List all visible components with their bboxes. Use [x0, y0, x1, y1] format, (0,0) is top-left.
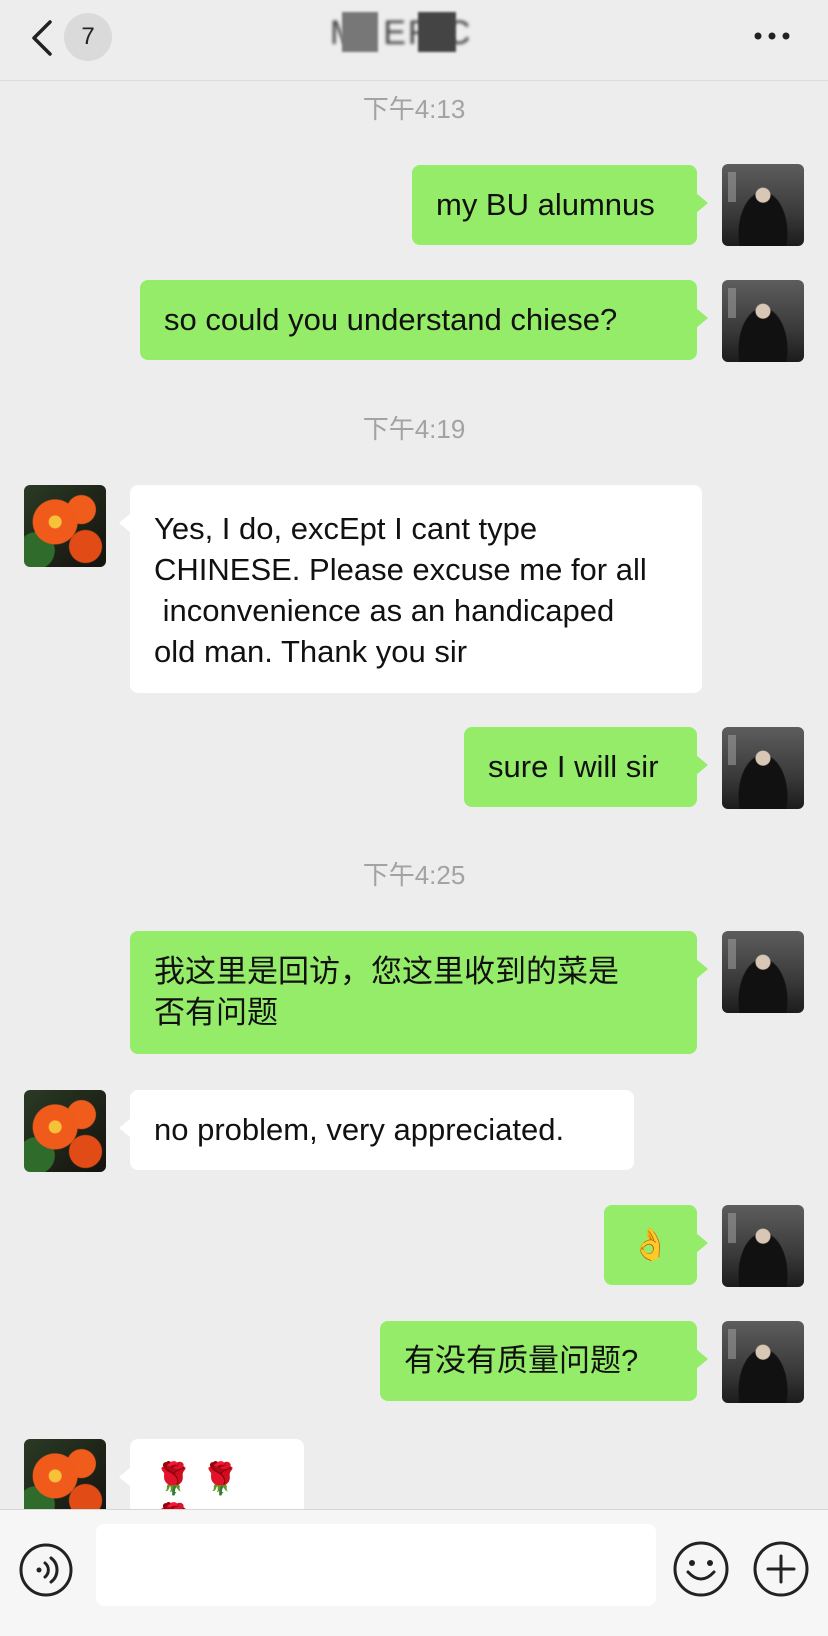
contact-avatar[interactable]	[24, 485, 106, 567]
redaction-block	[418, 12, 456, 52]
message-bubble-sent[interactable]: so could you understand chiese?	[140, 280, 708, 360]
message-text: so could you understand chiese?	[164, 302, 618, 337]
timestamp: 下午4:19	[362, 414, 466, 444]
message-bubble-received[interactable]: no problem, very appreciated.	[119, 1090, 634, 1170]
contact-avatar[interactable]	[24, 1090, 106, 1172]
more-dots-icon[interactable]	[752, 28, 792, 44]
chevron-left-icon[interactable]	[28, 18, 58, 58]
message-text: 有没有质量问题?	[404, 1343, 639, 1378]
message-text: my BU alumnus	[436, 187, 655, 222]
message-text: 我这里是回访，您这里收到的菜是 否有问题	[154, 954, 619, 1030]
my-avatar[interactable]	[722, 280, 804, 362]
emoji-icon[interactable]	[672, 1540, 730, 1598]
my-avatar[interactable]	[722, 931, 804, 1013]
message-input[interactable]	[96, 1524, 656, 1606]
message-text: Yes, I do, excEpt I cant type CHINESE. P…	[154, 511, 647, 669]
my-avatar[interactable]	[722, 164, 804, 246]
plus-icon[interactable]	[752, 1540, 810, 1598]
message-bubble-sent[interactable]: 我这里是回访，您这里收到的菜是 否有问题	[130, 931, 708, 1054]
voice-icon[interactable]	[18, 1542, 74, 1598]
timestamp: 下午4:25	[362, 860, 466, 890]
message-bubble-sent[interactable]: 有没有质量问题?	[380, 1321, 708, 1401]
ok-hand-emoji: 👌	[631, 1227, 670, 1262]
message-bubble-sent[interactable]: sure I will sir	[464, 727, 708, 807]
message-text: sure I will sir	[488, 749, 659, 784]
message-bubble-sent[interactable]: my BU alumnus	[412, 165, 708, 245]
timestamp: 下午4:13	[362, 94, 466, 124]
redaction-block	[342, 12, 378, 52]
message-bubble-received[interactable]: Yes, I do, excEpt I cant type CHINESE. P…	[119, 485, 702, 693]
chat-header: 7 M. ERIC	[0, 0, 828, 81]
message-list[interactable]: 下午4:13 my BU alumnus so could you unders…	[0, 81, 828, 1509]
message-bubble-sent[interactable]: 👌	[604, 1205, 708, 1285]
contact-avatar[interactable]	[24, 1439, 106, 1509]
my-avatar[interactable]	[722, 1205, 804, 1287]
unread-count-badge[interactable]: 7	[64, 13, 112, 61]
input-bar	[0, 1509, 828, 1636]
my-avatar[interactable]	[722, 727, 804, 809]
message-text: no problem, very appreciated.	[154, 1112, 565, 1147]
my-avatar[interactable]	[722, 1321, 804, 1403]
rose-emojis: 🌹 🌹 🌹	[154, 1461, 240, 1509]
message-bubble-received[interactable]: 🌹 🌹 🌹	[119, 1439, 304, 1509]
